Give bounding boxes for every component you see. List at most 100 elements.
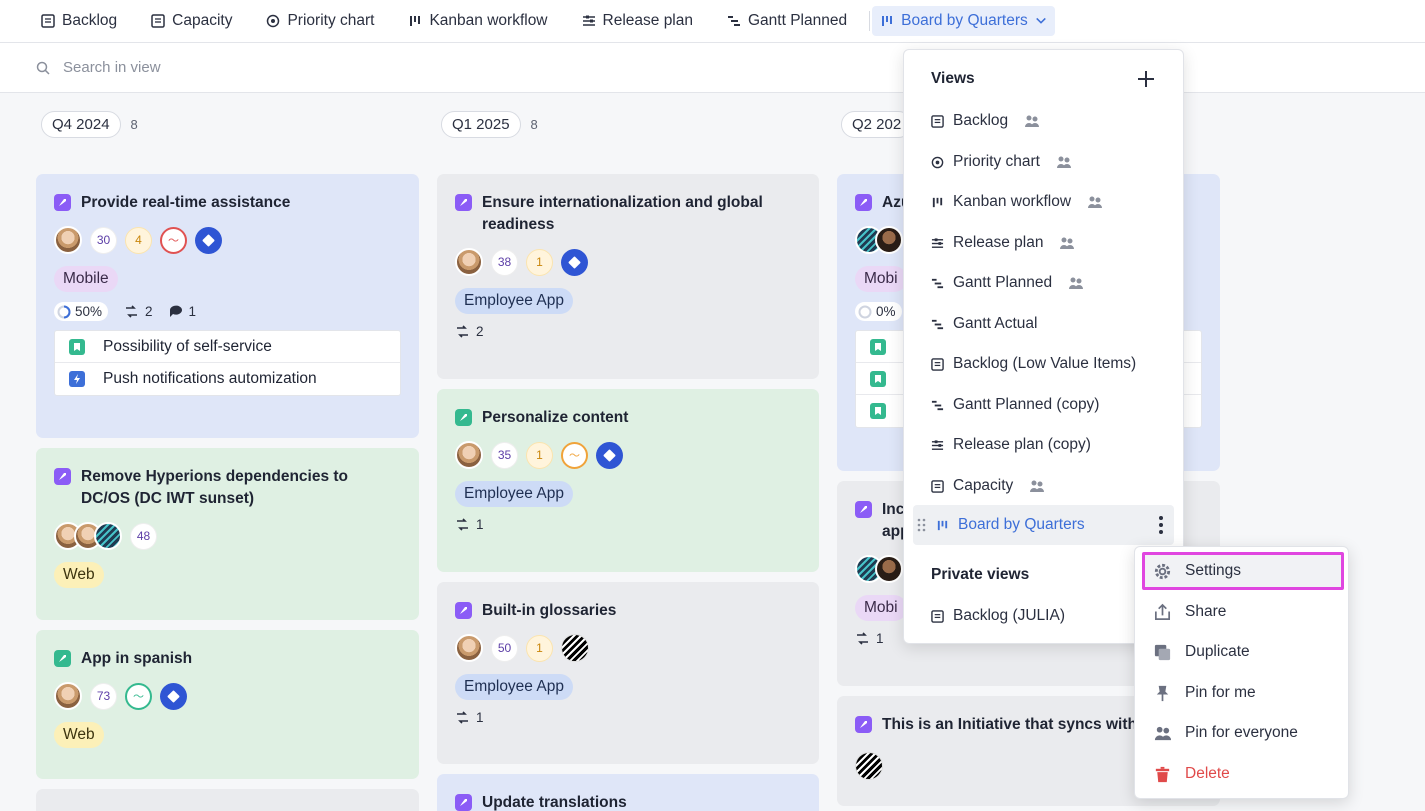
pin-for-me-menu-item[interactable]: Pin for me — [1153, 682, 1256, 704]
tab-priority-chart[interactable]: Priority chart — [260, 6, 380, 36]
shared-users-icon — [1069, 277, 1084, 289]
tab-kanban-workflow[interactable]: Kanban workflow — [402, 6, 553, 36]
child-item[interactable]: Possibility of self-service — [55, 331, 400, 363]
tab-separator — [869, 11, 871, 31]
shared-users-icon — [1057, 156, 1071, 168]
list-icon — [151, 14, 165, 28]
gantt-icon — [728, 16, 740, 26]
settings-menu-item[interactable]: Settings — [1142, 552, 1344, 590]
tab-label: Gantt Planned — [748, 12, 848, 29]
column-header-q2: Q2 202 — [841, 111, 913, 138]
avatar[interactable] — [455, 441, 483, 469]
score-badge: 73 — [90, 682, 117, 710]
rocket-icon — [54, 468, 71, 485]
view-tabs: Backlog Capacity Priority chart Kanban w… — [0, 0, 1425, 43]
jira-icon[interactable] — [561, 248, 588, 276]
jira-icon[interactable] — [195, 226, 222, 254]
gantt-icon — [931, 400, 944, 410]
rocket-icon — [54, 194, 71, 211]
integration-icon[interactable] — [561, 634, 589, 662]
view-item-priority-chart[interactable]: Priority chart — [931, 151, 1072, 173]
duplicate-menu-item[interactable]: Duplicate — [1153, 641, 1250, 663]
view-item-backlog-julia[interactable]: Backlog (JULIA) — [931, 605, 1065, 627]
initiative-card[interactable]: Provide real-time assistance 30 4 〜 Mobi… — [36, 174, 419, 438]
integration-icon[interactable] — [855, 752, 883, 780]
link-icon — [857, 632, 868, 645]
tag-label: Employee App — [455, 481, 573, 507]
list-icon — [41, 14, 55, 28]
tab-release-plan[interactable]: Release plan — [576, 6, 699, 36]
column-label: Q1 2025 — [441, 111, 521, 138]
view-item-backlog-low-value[interactable]: Backlog (Low Value Items) — [931, 353, 1136, 375]
view-item-gantt-planned-copy[interactable]: Gantt Planned (copy) — [931, 394, 1099, 416]
timeline-icon — [931, 439, 944, 450]
initiative-card[interactable]: Remove Hyperions dependencies to DC/OS (… — [36, 448, 419, 620]
avatar[interactable] — [94, 522, 122, 550]
view-item-board-by-quarters[interactable]: Board by Quarters — [913, 505, 1174, 545]
initiative-card[interactable]: Update translations — [437, 774, 819, 811]
views-heading: Views — [931, 70, 975, 87]
initiative-card[interactable] — [36, 789, 419, 811]
bookmark-icon — [69, 338, 85, 355]
links-count: 1 — [455, 517, 484, 532]
kanban-icon — [937, 520, 948, 530]
kanban-icon — [882, 16, 893, 26]
initiative-card[interactable]: App in spanish 73 〜 Web — [36, 630, 419, 779]
jira-icon[interactable] — [160, 682, 187, 710]
child-item[interactable]: Push notifications automization — [55, 363, 400, 395]
view-item-capacity[interactable]: Capacity — [931, 475, 1045, 497]
gantt-icon — [931, 319, 944, 329]
chevron-down-icon[interactable] — [1035, 15, 1047, 27]
link-icon — [457, 711, 468, 724]
drag-handle-icon[interactable] — [917, 518, 927, 532]
avatar[interactable] — [455, 634, 483, 662]
avatar[interactable] — [455, 248, 483, 276]
share-menu-item[interactable]: Share — [1153, 601, 1226, 623]
more-options-icon[interactable] — [1158, 515, 1164, 535]
avatar[interactable] — [875, 555, 903, 583]
tab-capacity[interactable]: Capacity — [145, 6, 238, 36]
view-item-backlog[interactable]: Backlog — [931, 110, 1040, 132]
view-item-gantt-planned[interactable]: Gantt Planned — [931, 272, 1084, 294]
share-icon — [1154, 603, 1171, 620]
avatar[interactable] — [54, 226, 82, 254]
rocket-icon — [54, 650, 71, 667]
bookmark-icon — [870, 370, 886, 387]
tab-backlog[interactable]: Backlog — [35, 6, 123, 36]
view-item-gantt-actual[interactable]: Gantt Actual — [931, 313, 1037, 335]
delete-menu-item[interactable]: Delete — [1153, 763, 1230, 785]
column-header-q4-2024: Q4 2024 8 — [41, 111, 138, 138]
avatar[interactable] — [875, 226, 903, 254]
plus-icon[interactable] — [1135, 68, 1157, 90]
view-item-release-plan[interactable]: Release plan — [931, 232, 1075, 254]
card-title: This is an Initiative that syncs with I — [882, 716, 1146, 733]
effort-badge: 4 — [125, 226, 152, 254]
links-count: 2 — [124, 304, 153, 319]
bookmark-icon — [870, 338, 886, 355]
timeline-icon — [931, 237, 944, 248]
search-input[interactable]: Search in view — [63, 59, 161, 76]
view-item-release-plan-copy[interactable]: Release plan (copy) — [931, 434, 1091, 456]
health-icon: 〜 — [125, 682, 152, 710]
tab-label: Board by Quarters — [901, 12, 1028, 29]
rocket-icon — [855, 716, 872, 733]
pin-icon — [1156, 685, 1169, 701]
shared-users-icon — [1025, 115, 1040, 127]
view-item-kanban-workflow[interactable]: Kanban workflow — [931, 191, 1103, 213]
progress-ring-icon — [57, 305, 71, 318]
score-badge: 50 — [491, 634, 518, 662]
initiative-card[interactable]: Ensure internationalization and global r… — [437, 174, 819, 379]
comment-icon — [169, 305, 182, 317]
tab-board-by-quarters[interactable]: Board by Quarters — [872, 6, 1055, 36]
card-title: Provide real-time assistance — [81, 194, 291, 211]
target-icon — [931, 156, 944, 168]
avatar[interactable] — [54, 682, 82, 710]
initiative-card[interactable]: Built-in glossaries 50 1 Employee App 1 — [437, 582, 819, 764]
search-bar[interactable]: Search in view — [0, 43, 1425, 93]
initiative-card[interactable]: Personalize content 35 1 〜 Employee App … — [437, 389, 819, 572]
pin-for-everyone-menu-item[interactable]: Pin for everyone — [1153, 722, 1298, 744]
rocket-icon — [455, 194, 472, 211]
jira-icon[interactable] — [596, 441, 623, 469]
tab-gantt-planned[interactable]: Gantt Planned — [721, 6, 853, 36]
gantt-icon — [931, 278, 944, 288]
